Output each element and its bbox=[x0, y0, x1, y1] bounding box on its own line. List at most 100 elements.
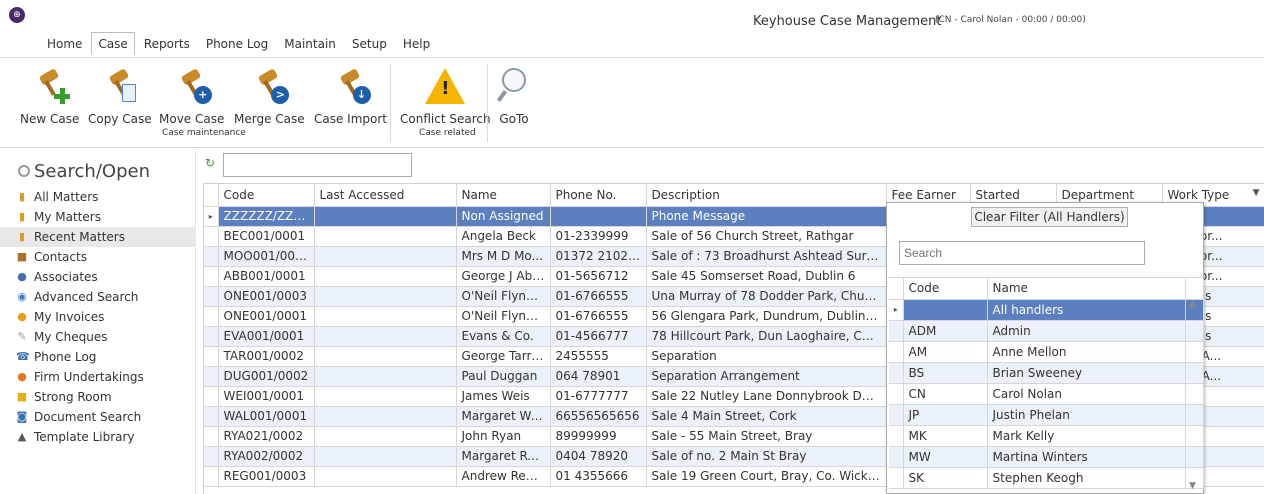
row-indicator bbox=[889, 362, 904, 384]
table-cell: Una Murray of 78 Dodder Park, Churcht... bbox=[646, 286, 887, 307]
menu-reports[interactable]: Reports bbox=[137, 32, 197, 55]
sidebar-item-label: My Matters bbox=[34, 210, 101, 224]
table-cell: MOO001/0001 bbox=[218, 246, 315, 267]
list-item[interactable]: ADM Admin bbox=[889, 320, 1204, 342]
list-item[interactable]: SK Stephen Keogh bbox=[889, 467, 1204, 489]
dropdown-arrow-icon[interactable]: ▼ bbox=[1253, 188, 1260, 198]
col-header-code[interactable]: Code bbox=[218, 184, 315, 207]
merge-case-button[interactable]: > Merge Case bbox=[234, 66, 305, 126]
move-case-button[interactable]: + Move Case bbox=[159, 66, 224, 126]
cheques-icon: ✎ bbox=[17, 330, 27, 343]
row-indicator bbox=[204, 246, 219, 267]
sidebar-item-template-library[interactable]: ▲ Template Library bbox=[0, 427, 196, 447]
table-cell: Non Assigned bbox=[456, 206, 551, 227]
col-header-last-accessed[interactable]: Last Accessed bbox=[314, 184, 457, 207]
menu-case[interactable]: Case bbox=[91, 32, 135, 55]
undertakings-icon: ● bbox=[17, 370, 27, 383]
menu-home[interactable]: Home bbox=[40, 32, 89, 55]
copy-case-label: Copy Case bbox=[88, 112, 152, 126]
scroll-down-icon[interactable]: ▼ bbox=[1189, 481, 1196, 491]
table-cell bbox=[314, 266, 457, 287]
row-indicator-header bbox=[204, 184, 219, 207]
scroll-up-icon[interactable]: ▲ bbox=[1189, 299, 1196, 309]
handler-scrollbar[interactable]: ▲ ▼ bbox=[1187, 299, 1201, 491]
move-case-icon: + bbox=[172, 66, 212, 106]
table-cell: 01-2339999 bbox=[550, 226, 647, 247]
row-indicator bbox=[889, 446, 904, 468]
table-cell bbox=[314, 246, 457, 267]
col-header-description[interactable]: Description bbox=[646, 184, 887, 207]
ribbon-separator bbox=[487, 64, 488, 142]
row-indicator bbox=[204, 346, 219, 367]
table-cell: Admin bbox=[987, 320, 1186, 342]
menu-help[interactable]: Help bbox=[396, 32, 437, 55]
goto-button[interactable]: GoTo bbox=[496, 66, 532, 126]
sidebar-title-text: Search/Open bbox=[34, 161, 150, 182]
col-header-handler-name[interactable]: Name bbox=[987, 278, 1186, 300]
sidebar-item-phone-log[interactable]: ☎ Phone Log bbox=[0, 347, 196, 367]
table-cell: TAR001/0002 bbox=[218, 346, 315, 367]
list-item[interactable]: MK Mark Kelly bbox=[889, 425, 1204, 447]
col-header-name[interactable]: Name bbox=[456, 184, 551, 207]
main-menu: Home Case Reports Phone Log Maintain Set… bbox=[40, 32, 439, 55]
case-import-label: Case Import bbox=[314, 112, 388, 126]
sidebar: Search/Open ▮ All Matters ▮ My Matters ▮ Re… bbox=[0, 149, 196, 494]
sidebar-item-my-matters[interactable]: ▮ My Matters bbox=[0, 207, 196, 227]
table-cell bbox=[314, 406, 457, 427]
menu-phone-log[interactable]: Phone Log bbox=[199, 32, 275, 55]
new-case-button[interactable]: New Case bbox=[20, 66, 79, 126]
table-cell: ZZZZZZ/ZZZZ bbox=[218, 206, 315, 227]
conflict-search-button[interactable]: ! Conflict Search bbox=[400, 66, 491, 126]
table-cell: 01-6766555 bbox=[550, 286, 647, 307]
app-logo-icon[interactable]: ⊕ bbox=[9, 7, 25, 23]
copy-case-button[interactable]: Copy Case bbox=[88, 66, 152, 126]
menu-setup[interactable]: Setup bbox=[345, 32, 394, 55]
table-cell: MK bbox=[903, 425, 988, 447]
list-item[interactable]: AM Anne Mellon bbox=[889, 341, 1204, 363]
sidebar-item-recent-matters[interactable]: ▮ Recent Matters bbox=[0, 227, 196, 247]
sidebar-item-associates[interactable]: ● Associates bbox=[0, 267, 196, 287]
template-library-icon: ▲ bbox=[17, 430, 27, 443]
table-cell: Sale of no. 2 Main St Bray bbox=[646, 446, 887, 467]
document-search-icon: ◙ bbox=[16, 410, 28, 423]
table-cell: Separation bbox=[646, 346, 887, 367]
sidebar-item-advanced-search[interactable]: ◉ Advanced Search bbox=[0, 287, 196, 307]
sidebar-item-contacts[interactable]: ■ Contacts bbox=[0, 247, 196, 267]
sidebar-item-my-invoices[interactable]: ● My Invoices bbox=[0, 307, 196, 327]
table-cell: BS bbox=[903, 362, 988, 384]
sidebar-item-my-cheques[interactable]: ✎ My Cheques bbox=[0, 327, 196, 347]
col-header-phone[interactable]: Phone No. bbox=[550, 184, 647, 207]
sidebar-item-strong-room[interactable]: ■ Strong Room bbox=[0, 387, 196, 407]
menu-maintain[interactable]: Maintain bbox=[277, 32, 343, 55]
row-indicator bbox=[889, 467, 904, 489]
table-cell: Stephen Keogh bbox=[987, 467, 1186, 489]
case-import-button[interactable]: ↓ Case Import bbox=[314, 66, 387, 126]
refresh-icon[interactable]: ↻ bbox=[205, 157, 217, 169]
table-cell: CN bbox=[903, 383, 988, 405]
clear-filter-button[interactable]: Clear Filter (All Handlers) bbox=[971, 207, 1128, 227]
search-icon bbox=[18, 165, 30, 177]
row-indicator bbox=[204, 266, 219, 287]
table-cell: Sale 4 Main Street, Cork bbox=[646, 406, 887, 427]
list-item[interactable]: CN Carol Nolan bbox=[889, 383, 1204, 405]
list-item[interactable]: MW Martina Winters bbox=[889, 446, 1204, 468]
sidebar-item-label: Contacts bbox=[34, 250, 87, 264]
sidebar-item-label: Template Library bbox=[34, 430, 135, 444]
list-item[interactable]: JP Justin Phelan bbox=[889, 404, 1204, 426]
list-item[interactable]: ▸ All handlers bbox=[889, 299, 1204, 321]
sidebar-item-document-search[interactable]: ◙ Document Search bbox=[0, 407, 196, 427]
row-indicator-header bbox=[889, 278, 904, 300]
col-header-handler-code[interactable]: Code bbox=[903, 278, 988, 300]
sidebar-item-firm-undertakings[interactable]: ● Firm Undertakings bbox=[0, 367, 196, 387]
handler-search-input[interactable] bbox=[899, 241, 1145, 265]
matter-search-input[interactable] bbox=[223, 153, 412, 177]
table-cell: O'Neil Flynn... bbox=[456, 306, 551, 327]
table-cell: Andrew Regis... bbox=[456, 466, 551, 487]
row-indicator bbox=[889, 320, 904, 342]
sidebar-item-all-matters[interactable]: ▮ All Matters bbox=[0, 187, 196, 207]
new-case-icon bbox=[30, 66, 70, 106]
table-cell: 01-6777777 bbox=[550, 386, 647, 407]
table-cell bbox=[314, 206, 457, 227]
table-cell bbox=[314, 366, 457, 387]
list-item[interactable]: BS Brian Sweeney bbox=[889, 362, 1204, 384]
